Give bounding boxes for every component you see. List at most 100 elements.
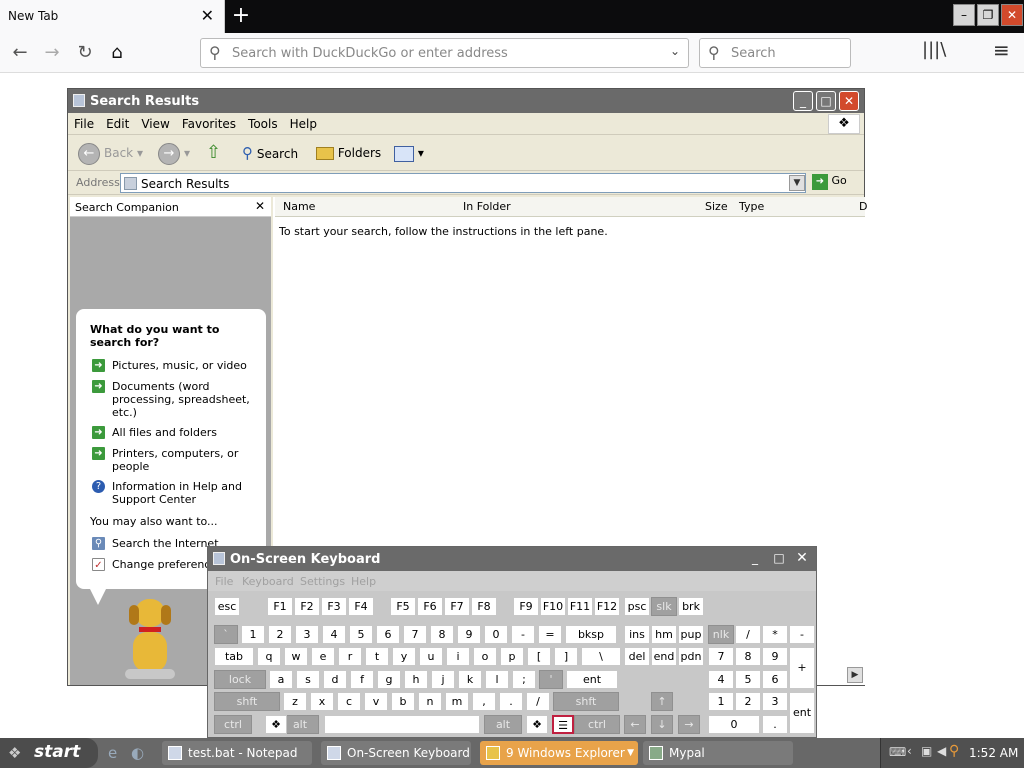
new-tab-button[interactable]: +	[230, 2, 252, 30]
volume-icon[interactable]: ◀	[937, 744, 946, 758]
space-key[interactable]	[324, 715, 480, 734]
key-tab-6[interactable]: y	[392, 647, 416, 666]
home-icon[interactable]: ⌂	[103, 39, 131, 67]
key-fn-3[interactable]: F3	[321, 597, 347, 616]
scroll-right-icon[interactable]: ▶	[847, 667, 863, 683]
key-shift-14[interactable]: 3	[762, 692, 788, 711]
key-tab-4[interactable]: r	[338, 647, 362, 666]
menu-favorites[interactable]: Favorites	[176, 113, 242, 131]
key-ctrl-3[interactable]: ctrl	[574, 715, 620, 734]
column-in-folder[interactable]: In Folder	[463, 200, 511, 213]
key-num-13[interactable]: bksp	[565, 625, 617, 644]
key-caps-10[interactable]: ;	[512, 670, 536, 689]
key-fn-8[interactable]: F8	[471, 597, 497, 616]
reload-icon[interactable]: ↻	[71, 39, 99, 67]
key-fn-12[interactable]: F12	[594, 597, 620, 616]
key-shift-15[interactable]: ent	[789, 692, 815, 734]
column-size[interactable]: Size	[705, 200, 728, 213]
key-num-3[interactable]: 3	[295, 625, 319, 644]
key-num-4[interactable]: 4	[322, 625, 346, 644]
browser-icon[interactable]: ◐	[131, 744, 144, 762]
go-button[interactable]: ➜ Go	[812, 174, 847, 190]
key-caps-12[interactable]: ent	[566, 670, 618, 689]
key-num-7[interactable]: 7	[403, 625, 427, 644]
menu-tools[interactable]: Tools	[242, 113, 284, 131]
key-ctrl-5[interactable]: .	[762, 715, 788, 734]
folders-button[interactable]: Folders	[316, 140, 381, 166]
key-shift-6[interactable]: n	[418, 692, 442, 711]
chevron-left-icon[interactable]: ‹	[907, 744, 912, 758]
key-caps-6[interactable]: h	[404, 670, 428, 689]
key-fn-5[interactable]: F5	[390, 597, 416, 616]
key-num-14[interactable]: ins	[624, 625, 650, 644]
key-caps-9[interactable]: l	[485, 670, 509, 689]
key-caps-8[interactable]: k	[458, 670, 482, 689]
key-shift-2[interactable]: x	[310, 692, 334, 711]
key-num-17[interactable]: nlk	[708, 625, 734, 644]
forward-icon[interactable]: →	[38, 39, 66, 67]
restore-icon[interactable]: ❐	[977, 4, 999, 26]
arrow-up-key-icon[interactable]: ↑	[651, 692, 673, 711]
browser-tab[interactable]: New Tab ✕	[0, 0, 225, 33]
key-fn-15[interactable]: brk	[678, 597, 704, 616]
forward-button[interactable]: → ▾	[158, 140, 190, 166]
key-tab-20[interactable]: +	[789, 647, 815, 689]
osk-titlebar[interactable]: On-Screen Keyboard _ □ ✕	[208, 547, 816, 571]
key-ctrl-2[interactable]: alt	[484, 715, 522, 734]
key-tab-5[interactable]: t	[365, 647, 389, 666]
key-fn-10[interactable]: F10	[540, 597, 566, 616]
menu-view[interactable]: View	[135, 113, 175, 131]
address-dropdown-icon[interactable]: ▼	[789, 175, 805, 191]
key-caps-3[interactable]: d	[323, 670, 347, 689]
back-icon[interactable]: ←	[6, 39, 34, 67]
key-fn-4[interactable]: F4	[348, 597, 374, 616]
key-num-16[interactable]: pup	[678, 625, 704, 644]
search-button[interactable]: ⚲ Search	[242, 140, 298, 166]
library-icon[interactable]: |||\	[922, 39, 946, 60]
key-tab-2[interactable]: w	[284, 647, 308, 666]
key-num-0[interactable]: `	[214, 625, 238, 644]
start-button[interactable]: ❖ start	[0, 738, 98, 768]
key-tab-13[interactable]: \	[581, 647, 621, 666]
close-icon[interactable]: ✕	[255, 199, 265, 213]
key-caps-7[interactable]: j	[431, 670, 455, 689]
key-shift-0[interactable]: shft	[214, 692, 280, 711]
key-shift-1[interactable]: z	[283, 692, 307, 711]
key-num-2[interactable]: 2	[268, 625, 292, 644]
key-shift-10[interactable]: /	[526, 692, 550, 711]
key-caps-14[interactable]: 5	[735, 670, 761, 689]
osk-menu-settings[interactable]: Settings	[300, 575, 345, 588]
close-icon[interactable]: ✕	[792, 549, 812, 569]
menu-help[interactable]: Help	[284, 113, 323, 131]
key-fn-7[interactable]: F7	[444, 597, 470, 616]
key-caps-13[interactable]: 4	[708, 670, 734, 689]
close-icon[interactable]: ✕	[839, 91, 859, 111]
keyboard-tray-icon[interactable]: ⌨	[889, 745, 906, 759]
key-fn-6[interactable]: F6	[417, 597, 443, 616]
search-tray-icon[interactable]: ⚲	[949, 743, 959, 759]
key-num-11[interactable]: -	[511, 625, 535, 644]
task-osk[interactable]: On-Screen Keyboard	[321, 741, 471, 765]
key-fn-13[interactable]: psc	[624, 597, 650, 616]
key-num-10[interactable]: 0	[484, 625, 508, 644]
arrow-right-key-icon[interactable]: →	[678, 715, 700, 734]
key-tab-19[interactable]: 9	[762, 647, 788, 666]
key-shift-11[interactable]: shft	[553, 692, 619, 711]
explorer-titlebar[interactable]: Search Results _ □ ✕	[68, 89, 864, 113]
minimize-icon[interactable]: _	[793, 91, 813, 111]
key-shift-12[interactable]: 1	[708, 692, 734, 711]
minimize-icon[interactable]: –	[953, 4, 975, 26]
key-caps-2[interactable]: s	[296, 670, 320, 689]
column-type[interactable]: Type	[739, 200, 764, 213]
key-num-19[interactable]: *	[762, 625, 788, 644]
column-date[interactable]: D	[859, 200, 867, 213]
hamburger-menu-icon[interactable]: ≡	[993, 38, 1010, 62]
key-tab-10[interactable]: p	[500, 647, 524, 666]
key-tab-3[interactable]: e	[311, 647, 335, 666]
maximize-icon[interactable]: □	[816, 91, 836, 111]
maximize-icon[interactable]: □	[769, 549, 789, 569]
key-shift-7[interactable]: m	[445, 692, 469, 711]
back-button[interactable]: ← Back ▾	[78, 140, 143, 166]
key-shift-4[interactable]: v	[364, 692, 388, 711]
key-caps-1[interactable]: a	[269, 670, 293, 689]
